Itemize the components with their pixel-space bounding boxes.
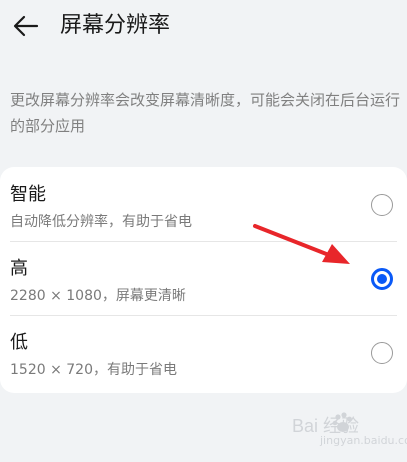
option-subtitle: 1520 × 720，有助于省电	[10, 362, 177, 378]
option-title: 高	[10, 258, 28, 279]
option-low[interactable]: 低 1520 × 720，有助于省电	[0, 315, 407, 389]
option-title: 智能	[10, 184, 46, 205]
option-title: 低	[10, 332, 28, 353]
option-high[interactable]: 高 2280 × 1080，屏幕更清晰	[0, 241, 407, 315]
radio-low[interactable]	[371, 342, 393, 364]
description-text: 更改屏幕分辨率会改变屏幕清晰度，可能会关闭在后台运行的部分应用	[10, 91, 401, 135]
resolution-options-card: 智能 自动降低分辨率，有助于省电 高 2280 × 1080，屏幕更清晰 低 1…	[0, 167, 407, 393]
back-button[interactable]	[8, 10, 44, 42]
baidu-watermark: Bai 经验 jingyan.baidu.com	[292, 408, 407, 450]
page-title: 屏幕分辨率	[60, 13, 171, 38]
radio-smart[interactable]	[371, 194, 393, 216]
watermark-site: jingyan.baidu.com	[320, 434, 407, 447]
radio-high[interactable]	[371, 268, 393, 290]
option-smart[interactable]: 智能 自动降低分辨率，有助于省电	[0, 167, 407, 241]
header-bar: 屏幕分辨率	[0, 0, 407, 52]
option-subtitle: 2280 × 1080，屏幕更清晰	[10, 288, 186, 304]
option-subtitle: 自动降低分辨率，有助于省电	[10, 214, 192, 230]
back-arrow-icon	[13, 15, 39, 37]
